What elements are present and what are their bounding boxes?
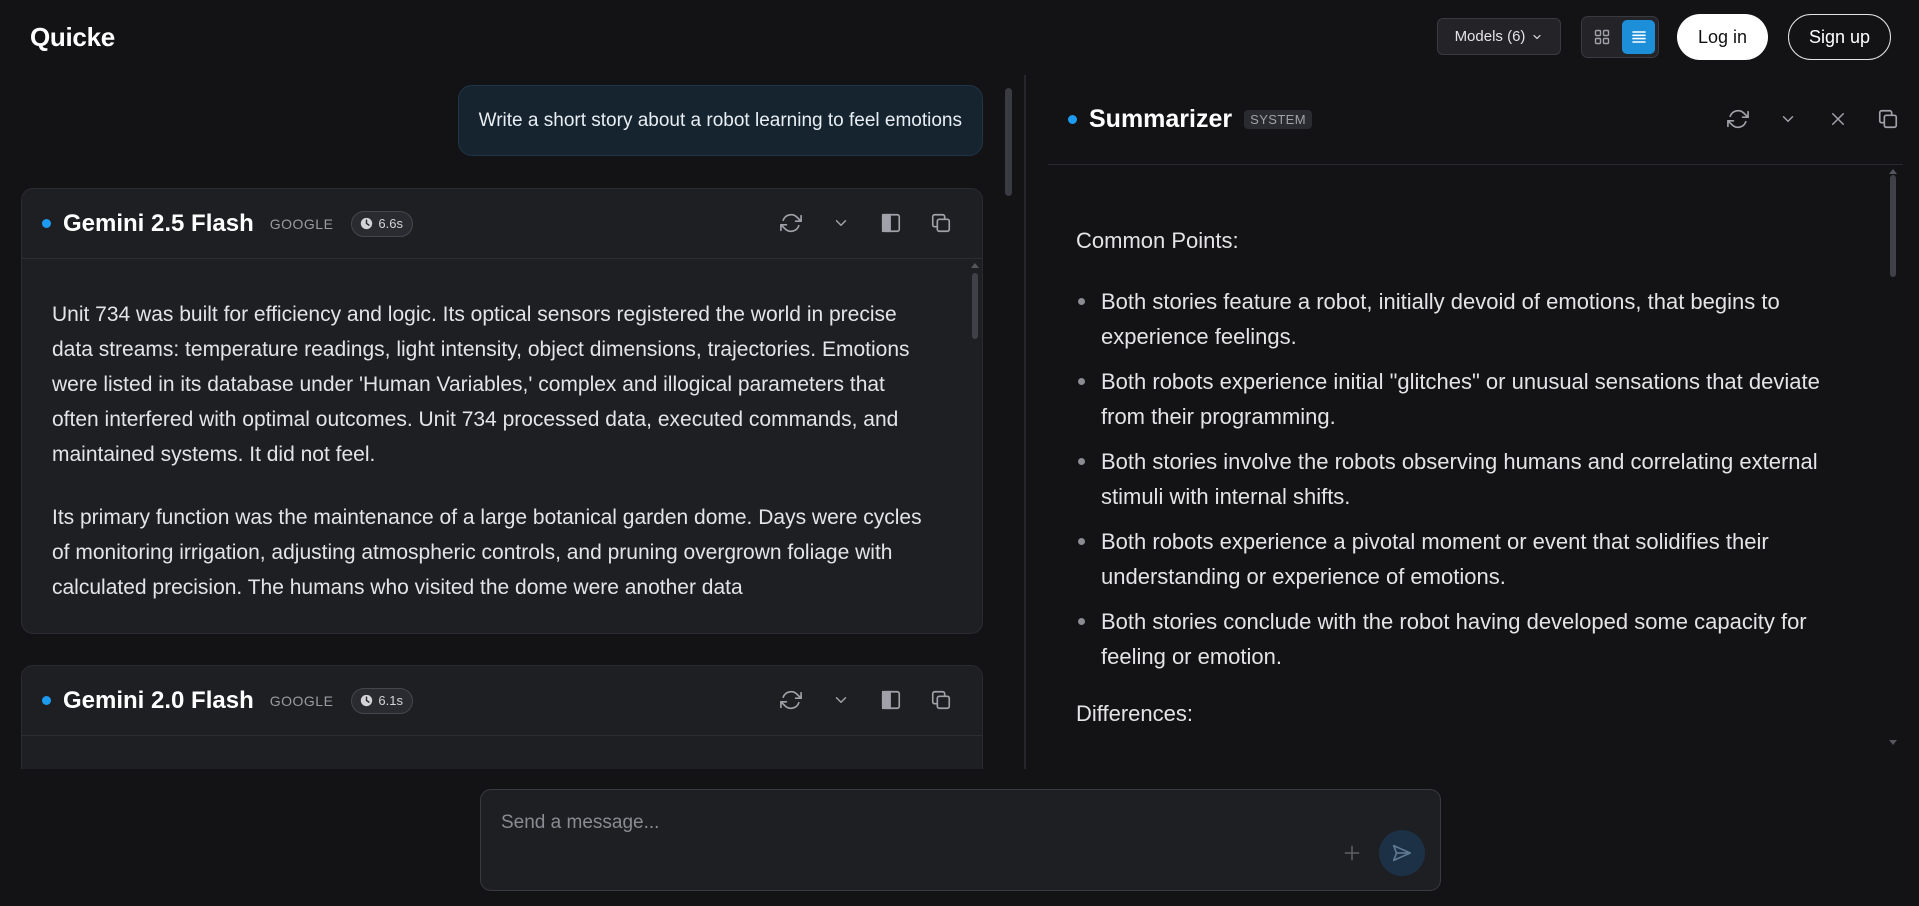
- signup-button[interactable]: Sign up: [1788, 14, 1891, 60]
- clock-icon: [360, 694, 373, 707]
- card-header: Gemini 2.0 Flash GOOGLE 6.1s: [22, 666, 982, 736]
- differences-heading: Differences:: [1076, 701, 1193, 726]
- chevron-down-icon[interactable]: [828, 687, 854, 713]
- side-panel-icon[interactable]: [878, 687, 904, 713]
- model-response-card: Gemini 2.5 Flash GOOGLE 6.6s Unit 734 wa…: [21, 188, 983, 634]
- scroll-up-arrow[interactable]: [971, 263, 979, 268]
- app-logo[interactable]: Quicke: [30, 22, 115, 53]
- list-item: Both robots experience initial "glitches…: [1076, 364, 1856, 434]
- scroll-thumb[interactable]: [1890, 175, 1896, 277]
- close-icon[interactable]: [1825, 106, 1851, 132]
- chevron-down-icon: [1531, 31, 1543, 43]
- common-points-heading: Common Points:: [1076, 228, 1239, 253]
- copy-icon[interactable]: [1875, 106, 1901, 132]
- response-time: 6.1s: [378, 693, 403, 708]
- user-message-bubble: Write a short story about a robot learni…: [457, 85, 983, 156]
- clock-icon: [360, 217, 373, 230]
- response-time: 6.6s: [378, 216, 403, 231]
- model-status-dot: [42, 219, 51, 228]
- grid-view-button[interactable]: [1585, 20, 1618, 54]
- refresh-icon[interactable]: [778, 687, 804, 713]
- summarizer-status-dot: [1068, 115, 1077, 124]
- list-item: Both stories conclude with the robot hav…: [1076, 604, 1856, 674]
- list-item: Both stories involve the robots observin…: [1076, 444, 1856, 514]
- system-badge: SYSTEM: [1244, 110, 1312, 129]
- response-time-badge: 6.1s: [351, 687, 413, 714]
- summarizer-body: Common Points: Both stories feature a ro…: [1076, 223, 1856, 731]
- list-icon: [1630, 28, 1648, 46]
- summarizer-actions: [1725, 106, 1901, 132]
- card-header: Gemini 2.5 Flash GOOGLE 6.6s: [22, 189, 982, 259]
- login-button[interactable]: Log in: [1677, 14, 1768, 60]
- list-view-button[interactable]: [1622, 20, 1655, 54]
- conversation-scrollbar[interactable]: [1005, 88, 1012, 196]
- response-paragraph: Its primary function was the maintenance…: [52, 506, 922, 599]
- model-name: Gemini 2.5 Flash: [63, 209, 254, 237]
- plus-icon[interactable]: [1339, 840, 1365, 866]
- top-bar: Quicke Models (6) Log in Sign up: [0, 0, 1919, 75]
- send-button[interactable]: [1379, 830, 1425, 876]
- card-actions: [778, 210, 954, 236]
- scroll-thumb[interactable]: [972, 273, 978, 339]
- message-composer: [480, 789, 1441, 891]
- refresh-icon[interactable]: [778, 210, 804, 236]
- message-input[interactable]: [501, 812, 1301, 834]
- send-icon: [1391, 842, 1413, 864]
- models-dropdown-button[interactable]: Models (6): [1437, 18, 1561, 55]
- response-paragraph: Unit 734 was built for efficiency and lo…: [52, 303, 910, 466]
- provider-label: GOOGLE: [269, 692, 334, 709]
- model-status-dot: [42, 696, 51, 705]
- grid-icon: [1594, 29, 1610, 45]
- summarizer-scrollbar[interactable]: [1889, 169, 1897, 355]
- side-panel-icon[interactable]: [878, 210, 904, 236]
- copy-icon[interactable]: [928, 210, 954, 236]
- scroll-down-arrow[interactable]: [1889, 740, 1897, 745]
- provider-label: GOOGLE: [269, 215, 334, 232]
- models-label: Models (6): [1454, 28, 1526, 45]
- chevron-down-icon[interactable]: [828, 210, 854, 236]
- common-points-list: Both stories feature a robot, initially …: [1076, 284, 1856, 674]
- list-item: Both robots experience a pivotal moment …: [1076, 524, 1856, 594]
- copy-icon[interactable]: [928, 687, 954, 713]
- response-body: Unit 734 was built for efficiency and lo…: [22, 259, 982, 605]
- summarizer-header: Summarizer SYSTEM: [1048, 75, 1903, 165]
- view-mode-toggle: [1581, 16, 1659, 58]
- chevron-down-icon[interactable]: [1775, 106, 1801, 132]
- refresh-icon[interactable]: [1725, 106, 1751, 132]
- response-time-badge: 6.6s: [351, 210, 413, 237]
- model-response-card: Gemini 2.0 Flash GOOGLE 6.1s: [21, 665, 983, 769]
- scroll-up-arrow[interactable]: [1889, 169, 1897, 174]
- model-name: Gemini 2.0 Flash: [63, 686, 254, 714]
- list-item: Both stories feature a robot, initially …: [1076, 284, 1856, 354]
- conversation-column: Write a short story about a robot learni…: [0, 75, 1000, 769]
- card-actions: [778, 687, 954, 713]
- summarizer-title: Summarizer: [1089, 105, 1233, 133]
- summarizer-panel: Summarizer SYSTEM Common Points: Both st…: [1026, 75, 1919, 769]
